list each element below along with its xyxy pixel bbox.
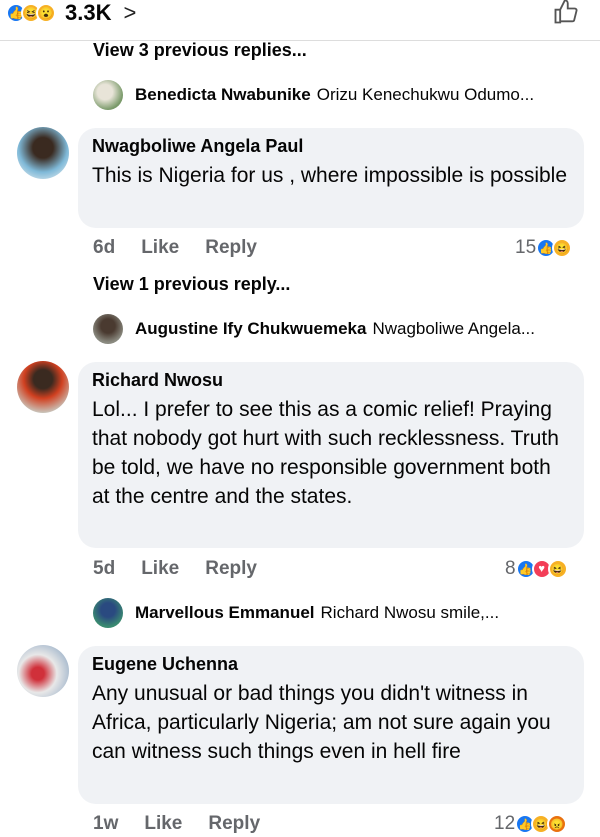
like-button[interactable]: Like: [141, 558, 179, 580]
comment-actions: 6d Like Reply: [93, 237, 283, 259]
reaction-total-count: 3.3K: [65, 0, 112, 25]
thumbs-up-icon[interactable]: [552, 0, 580, 33]
comment-bubble: Richard Nwosu Lol... I prefer to see thi…: [78, 362, 584, 548]
reply-preview-text: Richard Nwosu smile,...: [320, 603, 500, 622]
comment-timestamp[interactable]: 5d: [93, 558, 115, 580]
haha-reaction-icon: 😆: [552, 238, 573, 258]
reply-preview[interactable]: Marvellous Emmanuel Richard Nwosu smile,…: [93, 598, 499, 628]
haha-reaction-icon: 😆: [547, 559, 568, 579]
wow-reaction-icon: 😮: [36, 3, 56, 23]
view-previous-replies-link[interactable]: View 1 previous reply...: [93, 274, 290, 295]
comment-bubble: Eugene Uchenna Any unusual or bad things…: [78, 646, 584, 804]
comment-bubble: Nwagboliwe Angela Paul This is Nigeria f…: [78, 128, 584, 228]
reply-author-name[interactable]: Augustine Ify Chukwuemeka: [135, 319, 366, 339]
reply-preview[interactable]: Augustine Ify Chukwuemeka Nwagboliwe Ang…: [93, 314, 535, 344]
comment-text: Any unusual or bad things you didn't wit…: [92, 682, 551, 763]
reply-author-name[interactable]: Benedicta Nwabunike: [135, 85, 311, 105]
comment-text: Lol... I prefer to see this as a comic r…: [92, 398, 559, 508]
chevron-right-icon[interactable]: >: [123, 0, 136, 26]
comment-text: This is Nigeria for us , where impossibl…: [92, 164, 568, 187]
view-previous-replies-link[interactable]: View 3 previous replies...: [93, 40, 307, 61]
avatar[interactable]: [93, 598, 123, 628]
comment-timestamp[interactable]: 1w: [93, 813, 118, 835]
reaction-summary-bar[interactable]: 👍 😆 😮 3.3K >: [0, 0, 600, 41]
avatar[interactable]: [17, 361, 69, 413]
comment-actions: 5d Like Reply: [93, 558, 283, 580]
comment-actions: 1w Like Reply: [93, 813, 286, 835]
reply-author-name[interactable]: Marvellous Emmanuel: [135, 603, 315, 623]
comment-reaction-count[interactable]: 15 👍 😆: [515, 237, 573, 259]
comment-reaction-count[interactable]: 8 👍 ♥ 😆: [505, 558, 568, 580]
avatar[interactable]: [93, 314, 123, 344]
reply-preview[interactable]: Benedicta Nwabunike Orizu Kenechukwu Odu…: [93, 80, 534, 110]
reply-button[interactable]: Reply: [205, 237, 257, 259]
like-button[interactable]: Like: [141, 237, 179, 259]
angry-reaction-icon: 😠: [547, 814, 568, 834]
comment-author-name[interactable]: Richard Nwosu: [92, 370, 570, 391]
like-button[interactable]: Like: [144, 813, 182, 835]
reply-button[interactable]: Reply: [208, 813, 260, 835]
reply-preview-text: Nwagboliwe Angela...: [372, 319, 535, 338]
avatar[interactable]: [17, 645, 69, 697]
reply-button[interactable]: Reply: [205, 558, 257, 580]
comment-author-name[interactable]: Nwagboliwe Angela Paul: [92, 136, 570, 157]
comment-author-name[interactable]: Eugene Uchenna: [92, 654, 570, 675]
avatar[interactable]: [93, 80, 123, 110]
reply-preview-text: Orizu Kenechukwu Odumo...: [316, 85, 535, 104]
comment-timestamp[interactable]: 6d: [93, 237, 115, 259]
avatar[interactable]: [17, 127, 69, 179]
reaction-summary[interactable]: 👍 😆 😮 3.3K >: [6, 0, 136, 26]
comment-reaction-count[interactable]: 12 👍 😆 😠: [494, 813, 568, 835]
